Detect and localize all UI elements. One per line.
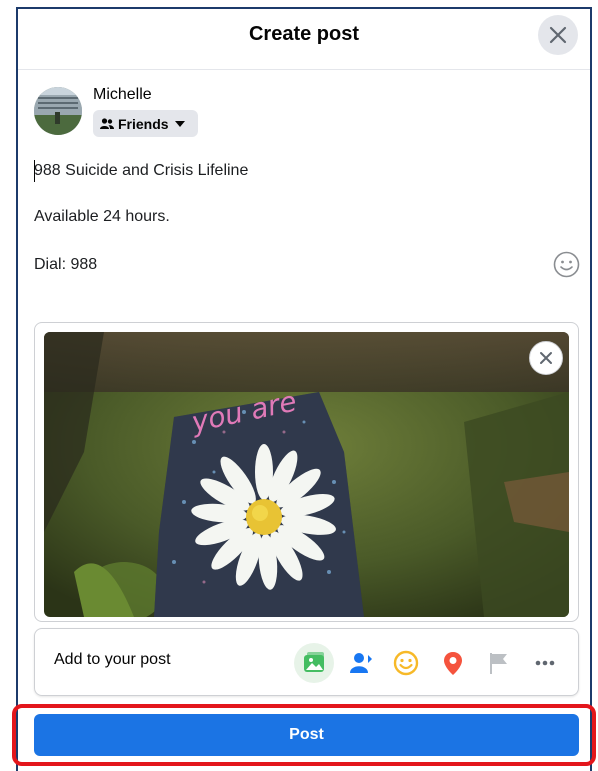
photo-video-icon [304,652,324,672]
avatar[interactable] [34,87,82,135]
post-text-line: Available 24 hours. [34,208,170,225]
audience-selector[interactable]: Friends [93,110,198,137]
more-icon [535,660,555,666]
feeling-activity-button[interactable] [386,643,426,683]
chevron-down-icon [174,120,185,127]
flag-icon [490,653,507,674]
photo-video-button[interactable] [294,643,334,683]
tag-people-icon [350,653,372,673]
close-icon [540,352,552,364]
attached-photo[interactable]: you are [44,332,569,617]
more-options-button[interactable] [525,643,565,683]
close-button[interactable] [538,15,578,55]
media-attachment: you are [34,322,579,622]
check-in-icon [444,652,462,675]
dialog-title: Create post [248,23,360,45]
post-text-line: 988 Suicide and Crisis Lifeline [34,162,249,179]
audience-label: Friends [118,115,169,132]
tag-people-button[interactable] [341,643,381,683]
author-name[interactable]: Michelle [93,86,152,104]
add-to-post-bar: Add to your post [34,628,579,696]
emoji-button[interactable] [553,251,580,278]
post-button[interactable]: Post [34,714,579,756]
feeling-icon [393,650,419,676]
friends-icon [100,117,114,129]
remove-photo-button[interactable] [529,341,563,375]
dialog-header: Create post [18,9,590,70]
flag-button[interactable] [479,643,519,683]
post-text-line: Dial: 988 [34,256,98,273]
add-to-post-label: Add to your post [54,651,171,668]
smiley-icon [553,251,580,278]
check-in-button[interactable] [433,643,473,683]
close-icon [549,26,567,44]
